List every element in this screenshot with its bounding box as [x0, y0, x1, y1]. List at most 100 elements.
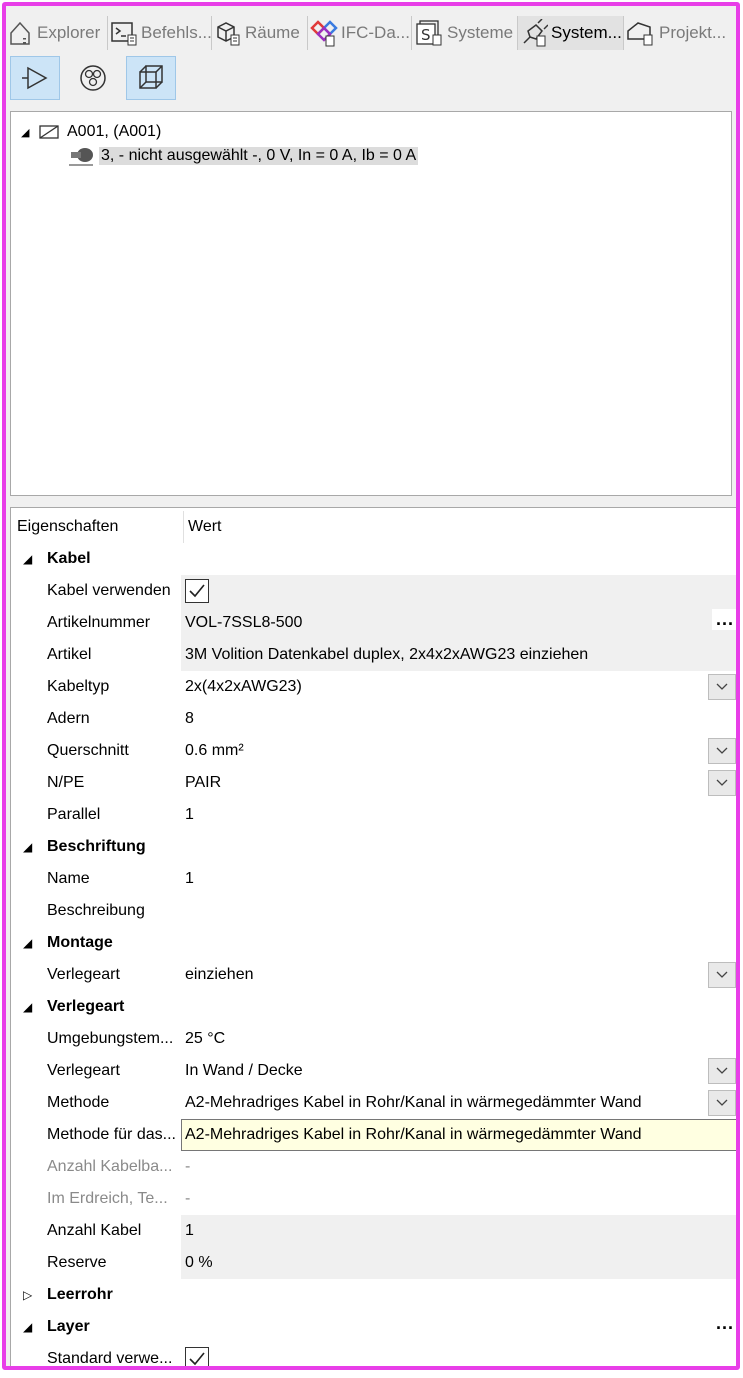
cable-plug-icon	[69, 148, 93, 166]
tree-node-label: 3, - nicht ausgewählt -, 0 V, In = 0 A, …	[99, 147, 419, 165]
querschnitt-dropdown-button[interactable]	[708, 738, 736, 764]
tab-ifc-daten[interactable]: IFC-Da...	[308, 16, 412, 50]
collapse-icon[interactable]: ◢	[23, 936, 37, 950]
methode-select[interactable]: A2-Mehradriges Kabel in Rohr/Kanal in wä…	[181, 1087, 736, 1119]
querschnitt-select[interactable]: 0.6 mm²	[181, 735, 736, 767]
montage-verlegeart-dropdown-button[interactable]	[708, 962, 736, 988]
project-icon	[627, 22, 653, 46]
toolbar-cube-button[interactable]	[126, 56, 176, 100]
collapse-icon[interactable]: ◢	[23, 1320, 37, 1334]
tab-befehle[interactable]: Befehls...	[108, 16, 212, 50]
category-beschriftung[interactable]: ◢ Beschriftung	[11, 831, 736, 863]
cube-icon	[217, 22, 240, 46]
kabel-verwenden-checkbox[interactable]	[185, 579, 209, 603]
toolbar-circles-button[interactable]	[68, 56, 118, 100]
beschreibung-value[interactable]	[181, 895, 736, 927]
verlegeart-select[interactable]: In Wand / Decke	[181, 1055, 736, 1087]
methode-dropdown-button[interactable]	[708, 1090, 736, 1116]
prop-standard-verwenden: Standard verwe...	[11, 1343, 736, 1366]
toolbar	[10, 56, 176, 102]
prop-methode: Methode A2-Mehradriges Kabel in Rohr/Kan…	[11, 1087, 736, 1119]
parallel-value[interactable]: 1	[181, 799, 736, 831]
category-kabel[interactable]: ◢ Kabel	[11, 543, 736, 575]
npe-select[interactable]: PAIR	[181, 767, 736, 799]
collapse-icon[interactable]: ◢	[23, 1000, 37, 1014]
property-grid: Eigenschaften Wert ◢ Kabel Kabel verwend…	[10, 507, 736, 1366]
tree-node-label: A001, (A001)	[67, 123, 162, 140]
tree-expand-icon[interactable]: ◢	[21, 126, 39, 139]
category-layer[interactable]: ◢ Layer ...	[11, 1311, 736, 1343]
prop-anzahl-kabel: Anzahl Kabel 1	[11, 1215, 736, 1247]
category-montage[interactable]: ◢ Montage	[11, 927, 736, 959]
npe-dropdown-button[interactable]	[708, 770, 736, 796]
prop-artikelnummer: Artikelnummer VOL-7SSL8-500 ...	[11, 607, 736, 639]
svg-text:S: S	[421, 26, 431, 44]
tab-explorer[interactable]: Explorer	[6, 16, 108, 50]
system-tree[interactable]: ◢ A001, (A001) 3, - nicht ausgewählt -, …	[10, 111, 732, 496]
command-icon	[111, 22, 137, 46]
chevron-down-icon	[716, 779, 728, 786]
kabeltyp-dropdown-button[interactable]	[708, 674, 736, 700]
artikelnummer-value[interactable]: VOL-7SSL8-500 ...	[181, 607, 736, 639]
prop-montage-verlegeart: Verlegeart einziehen	[11, 959, 736, 991]
tree-node-circuit-3[interactable]: 3, - nicht ausgewählt -, 0 V, In = 0 A, …	[67, 144, 419, 168]
prop-artikel: Artikel 3M Volition Datenkabel duplex, 2…	[11, 639, 736, 671]
prop-beschreibung: Beschreibung	[11, 895, 736, 927]
prop-querschnitt: Querschnitt 0.6 mm²	[11, 735, 736, 767]
toolbar-play-button[interactable]	[10, 56, 60, 100]
property-grid-header: Eigenschaften Wert	[11, 511, 736, 543]
prop-methode-fuer-das: Methode für das... A2-Mehradriges Kabel …	[11, 1119, 736, 1151]
prop-im-erdreich: Im Erdreich, Te... -	[11, 1183, 736, 1215]
prop-anzahl-kabelbahnen: Anzahl Kabelba... -	[11, 1151, 736, 1183]
wire-cube-icon	[139, 65, 163, 89]
window-frame: Explorer Befehls... Räume IFC-Da... S Sy…	[2, 2, 740, 1370]
umgebungstemperatur-value[interactable]: 25 °C	[181, 1023, 736, 1055]
column-header-eigenschaften: Eigenschaften	[17, 518, 119, 535]
reserve-value[interactable]: 0 %	[181, 1247, 736, 1279]
chevron-down-icon	[716, 747, 728, 754]
tab-projekt[interactable]: Projekt...	[624, 16, 728, 50]
tab-strip: Explorer Befehls... Räume IFC-Da... S Sy…	[6, 16, 736, 50]
prop-umgebungstemperatur: Umgebungstem... 25 °C	[11, 1023, 736, 1055]
category-leerrohr[interactable]: ▷ Leerrohr	[11, 1279, 736, 1311]
artikel-value: 3M Volition Datenkabel duplex, 2x4x2xAWG…	[181, 639, 736, 671]
column-header-wert: Wert	[183, 511, 221, 543]
house-icon	[10, 21, 30, 45]
category-verlegeart[interactable]: ◢ Verlegeart	[11, 991, 736, 1023]
prop-npe: N/PE PAIR	[11, 767, 736, 799]
tab-systeme[interactable]: S Systeme	[412, 16, 518, 50]
ifc-icon	[310, 20, 338, 47]
plug-icon	[523, 19, 548, 47]
expand-icon[interactable]: ▷	[23, 1288, 37, 1302]
checkmark-icon	[189, 1352, 205, 1366]
adern-value[interactable]: 8	[181, 703, 736, 735]
chevron-down-icon	[716, 683, 728, 690]
tab-raeume[interactable]: Räume	[212, 16, 308, 50]
im-erdreich-value: -	[185, 1190, 191, 1207]
play-triangle-icon	[22, 66, 48, 90]
tree-node-a001[interactable]: ◢ A001, (A001)	[21, 120, 161, 144]
kabeltyp-select[interactable]: 2x(4x2xAWG23)	[181, 671, 736, 703]
systems-icon: S	[416, 20, 442, 46]
distribution-board-icon	[39, 125, 59, 139]
chevron-down-icon	[716, 1099, 728, 1106]
anzahl-kabelbahnen-value: -	[185, 1158, 191, 1175]
checkmark-icon	[189, 584, 205, 598]
prop-verlegeart: Verlegeart In Wand / Decke	[11, 1055, 736, 1087]
name-value[interactable]: 1	[181, 863, 736, 895]
collapse-icon[interactable]: ◢	[23, 552, 37, 566]
montage-verlegeart-select[interactable]: einziehen	[181, 959, 736, 991]
chevron-down-icon	[716, 971, 728, 978]
collapse-icon[interactable]: ◢	[23, 840, 37, 854]
artikelnummer-ellipsis-button[interactable]: ...	[711, 609, 736, 630]
standard-verwenden-checkbox[interactable]	[185, 1347, 209, 1366]
circles-icon	[80, 65, 106, 91]
prop-parallel: Parallel 1	[11, 799, 736, 831]
anzahl-kabel-value[interactable]: 1	[181, 1215, 736, 1247]
verlegeart-dropdown-button[interactable]	[708, 1058, 736, 1084]
prop-name: Name 1	[11, 863, 736, 895]
tab-systemstruktur[interactable]: System...	[518, 16, 624, 50]
layer-ellipsis-button[interactable]: ...	[716, 1313, 734, 1334]
prop-kabel-verwenden: Kabel verwenden	[11, 575, 736, 607]
prop-adern: Adern 8	[11, 703, 736, 735]
